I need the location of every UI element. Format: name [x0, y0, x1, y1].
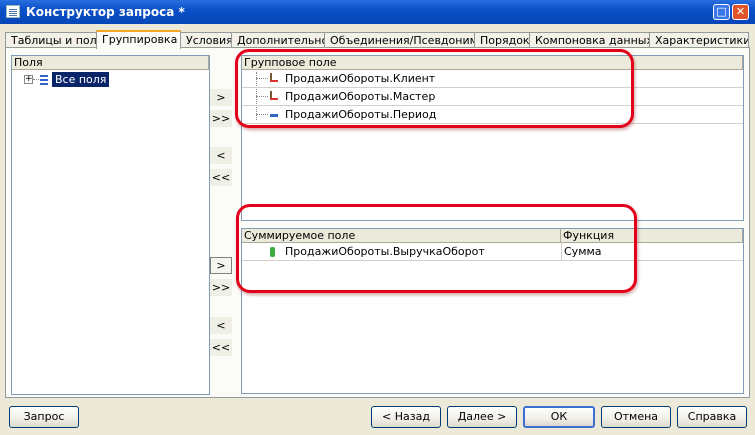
group-field-row[interactable]: ПродажиОбороты.Мастер [242, 88, 743, 106]
add-group-field-button[interactable]: > [210, 89, 232, 106]
remove-all-group-fields-button[interactable]: << [210, 169, 232, 186]
tree-connector [33, 79, 39, 80]
close-button[interactable]: ✕ [732, 4, 749, 20]
tab-grouping[interactable]: Группировка [96, 30, 181, 49]
query-button[interactable]: Запрос [9, 406, 79, 428]
function-header: Функция [561, 229, 743, 243]
field-icon [270, 114, 278, 117]
tab-advanced[interactable]: Дополнительно [231, 32, 325, 48]
tab-conditions[interactable]: Условия [180, 32, 232, 48]
ok-button[interactable]: ОК [523, 406, 595, 428]
group-field-row[interactable]: ПродажиОбороты.Клиент [242, 70, 743, 88]
add-sum-field-button[interactable]: > [210, 257, 232, 274]
title-bar[interactable]: Конструктор запроса * □ ✕ [0, 0, 755, 24]
cancel-button[interactable]: Отмена [601, 406, 671, 428]
group-field-label: ПродажиОбороты.Клиент [285, 72, 436, 85]
back-button[interactable]: < Назад [371, 406, 441, 428]
group-field-label: ПродажиОбороты.Период [285, 108, 437, 121]
fields-table-icon [40, 74, 48, 85]
tab-tables-fields[interactable]: Таблицы и поля [5, 32, 97, 48]
add-all-sum-fields-button[interactable]: >> [210, 279, 232, 296]
hierarchy-field-icon [269, 73, 279, 83]
all-fields-item[interactable]: Все поля [52, 72, 110, 87]
hierarchy-field-icon [269, 91, 279, 101]
sum-field-label: ПродажиОбороты.ВыручкаОборот [285, 245, 485, 258]
group-fields-list[interactable]: Групповое поле ПродажиОбороты.Клиент Про… [241, 55, 744, 221]
fields-header: Поля [12, 56, 209, 70]
resource-icon [270, 247, 275, 257]
window-title: Конструктор запроса * [26, 5, 185, 19]
tree-connector [256, 114, 268, 115]
column-divider [561, 243, 562, 260]
remove-group-field-button[interactable]: < [210, 147, 232, 164]
group-field-header: Групповое поле [242, 56, 743, 70]
group-field-label: ПродажиОбороты.Мастер [285, 90, 436, 103]
sum-fields-list[interactable]: Суммируемое поле Функция ПродажиОбороты.… [241, 228, 744, 394]
sum-field-row[interactable]: ПродажиОбороты.ВыручкаОборот Сумма [242, 243, 743, 261]
tab-unions-aliases[interactable]: Объединения/Псевдонимы [324, 32, 475, 48]
tab-characteristics[interactable]: Характеристики [649, 32, 749, 48]
help-button[interactable]: Справка [677, 406, 747, 428]
tree-connector [256, 96, 268, 97]
sum-function-value[interactable]: Сумма [564, 243, 602, 260]
remove-all-sum-fields-button[interactable]: << [210, 339, 232, 356]
expand-icon[interactable]: + [24, 75, 33, 84]
group-field-row[interactable]: ПродажиОбороты.Период [242, 106, 743, 124]
tab-data-composition[interactable]: Компоновка данных [529, 32, 650, 48]
next-button[interactable]: Далее > [447, 406, 517, 428]
grouping-panel: Поля + Все поля > >> < << Групповое поле… [5, 47, 750, 398]
fields-tree[interactable]: Поля + Все поля [11, 55, 210, 395]
tab-order[interactable]: Порядок [474, 32, 530, 48]
tree-connector [256, 78, 268, 79]
remove-sum-field-button[interactable]: < [210, 317, 232, 334]
restore-button[interactable]: □ [713, 4, 730, 20]
add-all-group-fields-button[interactable]: >> [210, 110, 232, 127]
sum-field-header: Суммируемое поле [242, 229, 561, 243]
table-icon [6, 5, 20, 18]
query-builder-window: Конструктор запроса * □ ✕ Таблицы и поля… [0, 0, 755, 435]
